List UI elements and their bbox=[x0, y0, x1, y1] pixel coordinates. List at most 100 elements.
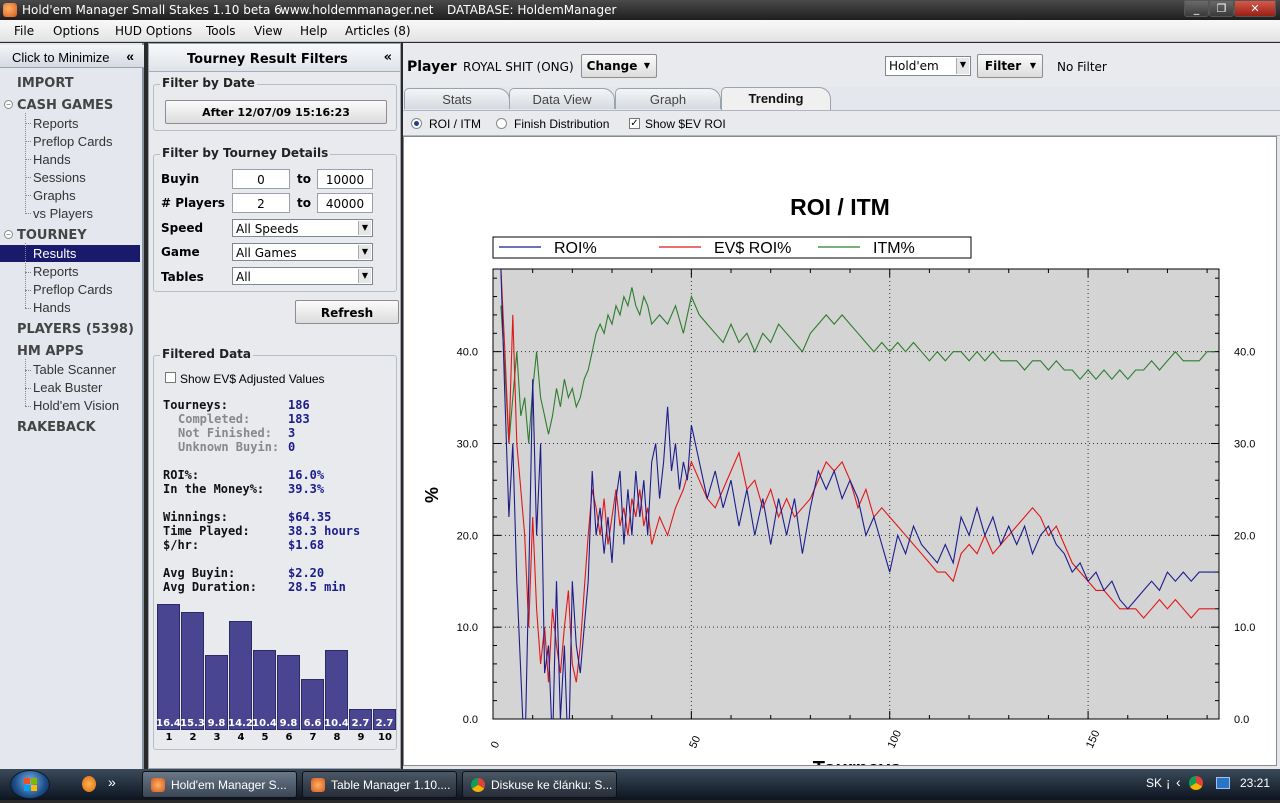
tables-select[interactable]: All ▼ bbox=[232, 267, 373, 285]
chevron-down-icon: ▼ bbox=[1029, 61, 1036, 70]
tab-stats[interactable]: Stats bbox=[404, 88, 510, 109]
stat-value: 0 bbox=[288, 440, 296, 454]
nav-cash-preflop-cards[interactable]: Preflop Cards bbox=[33, 134, 112, 149]
menu-hud-options[interactable]: HUD Options bbox=[115, 24, 192, 38]
network-icon[interactable] bbox=[1216, 777, 1230, 789]
histogram-bar bbox=[157, 604, 180, 730]
tree-line bbox=[25, 388, 31, 389]
help-icon[interactable]: ¡ bbox=[1166, 775, 1170, 790]
arrow-left-icon[interactable]: ‹ bbox=[1176, 774, 1181, 790]
ev-adjusted-checkbox[interactable] bbox=[165, 372, 176, 383]
nav-tourney-reports[interactable]: Reports bbox=[33, 264, 79, 279]
ev-adjusted-label: Show EV$ Adjusted Values bbox=[180, 372, 325, 386]
histogram-bar bbox=[181, 612, 204, 730]
quick-launch-more-icon[interactable]: » bbox=[108, 774, 116, 790]
date-filter-button[interactable]: After 12/07/09 15:16:23 bbox=[165, 100, 387, 124]
minimize-button[interactable]: _ bbox=[1184, 0, 1209, 17]
histogram-category-label: 1 bbox=[165, 732, 173, 743]
tree-line bbox=[25, 195, 31, 196]
menu-view[interactable]: View bbox=[254, 24, 282, 38]
nav-tourney-preflop-cards[interactable]: Preflop Cards bbox=[33, 282, 112, 297]
window-title: Hold'em Manager Small Stakes 1.10 beta 6 bbox=[22, 3, 282, 17]
players-to-input[interactable]: 40000 bbox=[317, 193, 373, 213]
clock[interactable]: 23:21 bbox=[1240, 776, 1270, 790]
main-area: Player ROYAL SHIT (ONG) Change ▼ Hold'em ▼… bbox=[403, 43, 1280, 780]
chevron-down-icon[interactable]: ▼ bbox=[358, 269, 371, 283]
nav-cash-vs-players[interactable]: vs Players bbox=[33, 206, 93, 221]
menu-articles[interactable]: Articles (8) bbox=[345, 24, 411, 38]
x-tick-label: 150 bbox=[1084, 729, 1103, 751]
trending-options-bar: ROI / ITM Finish Distribution ✓ Show $EV… bbox=[403, 110, 1280, 136]
y-tick-label-left: 30.0 bbox=[457, 438, 478, 450]
roi-itm-radio[interactable] bbox=[411, 118, 422, 129]
nav-leak-buster[interactable]: Leak Buster bbox=[33, 380, 102, 395]
menu-help[interactable]: Help bbox=[300, 24, 327, 38]
task-browser[interactable]: Diskuse ke článku: S... bbox=[462, 771, 617, 798]
nav-cash-reports[interactable]: Reports bbox=[33, 116, 79, 131]
finish-distribution-radio[interactable] bbox=[496, 118, 507, 129]
left-navigation: Click to Minimize « IMPORT − CASH GAMES … bbox=[0, 43, 144, 769]
histogram-category-label: 5 bbox=[261, 732, 269, 743]
y-tick-label-right: 20.0 bbox=[1234, 530, 1255, 542]
restore-button[interactable]: ❐ bbox=[1209, 0, 1234, 17]
stat-label: Winnings: bbox=[163, 510, 229, 524]
game-type-value: Hold'em bbox=[889, 59, 939, 73]
finish-histogram: 16.4 15.3 9.8 14.2 10.4 9.8 6.6 10.4 2.7 2.7 bbox=[155, 600, 399, 730]
stat-label: Not Finished: bbox=[178, 426, 272, 440]
change-player-button[interactable]: Change ▼ bbox=[581, 54, 657, 78]
show-ev-roi-checkbox[interactable]: ✓ bbox=[629, 118, 640, 129]
start-button[interactable] bbox=[10, 770, 50, 799]
filter-by-details-group: Filter by Tourney Details Buyin 0 to 100… bbox=[153, 146, 397, 292]
nav-cash-graphs[interactable]: Graphs bbox=[33, 188, 76, 203]
nav-cash-hands[interactable]: Hands bbox=[33, 152, 71, 167]
nav-import[interactable]: IMPORT bbox=[17, 76, 74, 91]
collapse-icon[interactable]: − bbox=[4, 230, 13, 239]
language-indicator[interactable]: SK bbox=[1146, 776, 1162, 790]
task-table-manager[interactable]: Table Manager 1.10.... bbox=[302, 771, 457, 798]
stat-label: Completed: bbox=[178, 412, 251, 426]
stat-label: Tourneys: bbox=[163, 398, 229, 412]
nav-hm-apps[interactable]: HM APPS bbox=[17, 344, 84, 359]
tab-graph[interactable]: Graph bbox=[615, 88, 721, 109]
nav-tourney-hands[interactable]: Hands bbox=[33, 300, 71, 315]
to-label: to bbox=[297, 172, 311, 186]
buyin-to-input[interactable]: 10000 bbox=[317, 169, 373, 189]
game-select[interactable]: All Games ▼ bbox=[232, 243, 373, 261]
menu-options[interactable]: Options bbox=[53, 24, 99, 38]
speed-select[interactable]: All Speeds ▼ bbox=[232, 219, 373, 237]
chevron-down-icon[interactable]: ▼ bbox=[956, 58, 969, 74]
nav-players[interactable]: PLAYERS (5398) bbox=[17, 322, 134, 337]
y-tick-label-left: 40.0 bbox=[457, 347, 478, 359]
tab-data-view[interactable]: Data View bbox=[509, 88, 615, 109]
nav-table-scanner[interactable]: Table Scanner bbox=[33, 362, 116, 377]
players-from-input[interactable]: 2 bbox=[232, 193, 290, 213]
chevron-down-icon[interactable]: ▼ bbox=[358, 245, 371, 259]
menu-file[interactable]: File bbox=[14, 24, 34, 38]
nav-tourney-results[interactable]: Results bbox=[33, 246, 76, 261]
filter-by-date-group: Filter by Date After 12/07/09 15:16:23 bbox=[153, 76, 397, 131]
filter-button[interactable]: Filter ▼ bbox=[977, 54, 1043, 78]
minimize-nav-button[interactable]: Click to Minimize « bbox=[0, 45, 144, 68]
stat-value: 39.3% bbox=[288, 482, 325, 496]
finish-distribution-label: Finish Distribution bbox=[514, 117, 610, 131]
buyin-from-input[interactable]: 0 bbox=[232, 169, 290, 189]
minimize-nav-label: Click to Minimize bbox=[12, 50, 110, 65]
filter-status: No Filter bbox=[1057, 60, 1107, 74]
task-holdem-manager[interactable]: Hold'em Manager S... bbox=[142, 771, 297, 798]
close-button[interactable]: ✕ bbox=[1234, 0, 1276, 17]
game-type-select[interactable]: Hold'em ▼ bbox=[885, 56, 971, 76]
quick-launch-icon[interactable] bbox=[82, 776, 96, 792]
collapse-panel-icon[interactable]: « bbox=[384, 50, 392, 65]
filter-by-details-title: Filter by Tourney Details bbox=[160, 146, 331, 160]
tab-trending[interactable]: Trending bbox=[721, 87, 831, 110]
collapse-icon[interactable]: − bbox=[4, 100, 13, 109]
chevron-down-icon[interactable]: ▼ bbox=[358, 221, 371, 235]
nav-tourney[interactable]: TOURNEY bbox=[17, 228, 87, 243]
nav-cash-sessions[interactable]: Sessions bbox=[33, 170, 86, 185]
nav-cash-games[interactable]: CASH GAMES bbox=[17, 98, 113, 113]
menu-tools[interactable]: Tools bbox=[206, 24, 236, 38]
chrome-tray-icon[interactable] bbox=[1189, 776, 1203, 790]
nav-holdem-vision[interactable]: Hold'em Vision bbox=[33, 398, 119, 413]
nav-rakeback[interactable]: RAKEBACK bbox=[17, 420, 96, 435]
refresh-button[interactable]: Refresh bbox=[295, 300, 399, 324]
